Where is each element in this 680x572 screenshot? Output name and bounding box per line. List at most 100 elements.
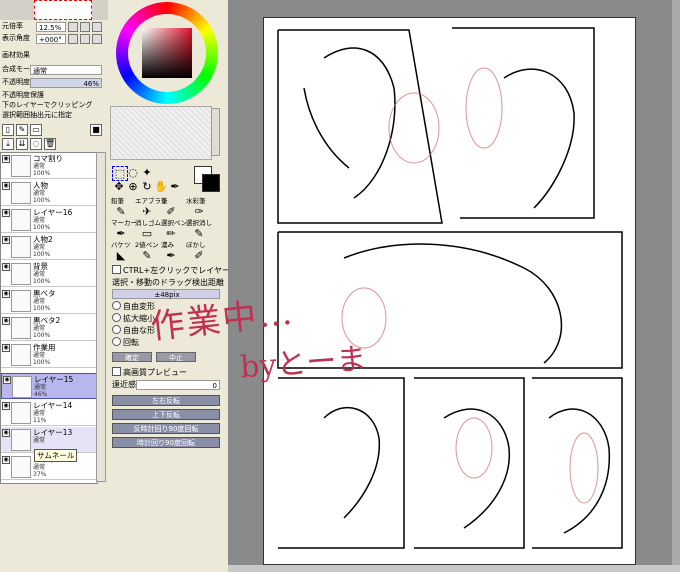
foreground-color-swatch[interactable] (202, 174, 220, 192)
cancel-button[interactable]: 中止 (156, 352, 196, 362)
zoom-field[interactable]: 12.5% (36, 22, 66, 32)
layer-item[interactable]: ◉ コマ割り 通常 100% (1, 153, 97, 179)
color-wheel[interactable] (116, 2, 218, 104)
zoom-icon[interactable]: ⊕ (126, 180, 140, 193)
canvas-area[interactable] (228, 0, 680, 572)
rotate-option[interactable]: 回転 (112, 337, 139, 348)
airbrush-icon[interactable]: ✈ (140, 205, 154, 218)
tool-marker-label[interactable]: マーカー (111, 219, 137, 227)
eye-icon[interactable]: ◉ (2, 402, 10, 410)
tool-pencil-label[interactable]: 鉛筆 (111, 197, 124, 205)
delete-layer-icon[interactable]: 🗑 (44, 138, 56, 150)
ctrl-click-checkbox[interactable] (112, 265, 121, 274)
angle-field[interactable]: +000° (36, 34, 66, 44)
tool-selpen-label[interactable]: 選択ペン (161, 219, 187, 227)
layer-item[interactable]: ◉ 人物 通常 100% (1, 180, 97, 206)
eye-icon[interactable]: ◉ (2, 182, 10, 190)
zoom-reset-button[interactable] (92, 22, 102, 32)
eye-icon[interactable]: ◉ (2, 263, 10, 271)
brush-icon[interactable]: ✐ (164, 205, 178, 218)
tool-bucket-label[interactable]: バケツ (111, 241, 131, 249)
clear-layer-icon[interactable]: ◌ (30, 138, 42, 150)
layer-item-selected[interactable]: ◉ レイヤー15 通常 46% (1, 373, 97, 399)
rotate-cw-button[interactable]: 時計回り90度回転 (112, 437, 220, 448)
tool-eraser-label[interactable]: 消しゴム (135, 219, 161, 227)
hq-preview-option[interactable]: 高画質プレビュー (112, 367, 187, 378)
binary-pen-icon[interactable]: ✎ (140, 249, 154, 262)
layer-list-scrollbar[interactable] (96, 152, 106, 482)
smudge-icon[interactable]: ✒ (164, 249, 178, 262)
transfer-down-icon[interactable]: ⤓ (2, 138, 14, 150)
layer-item[interactable]: ◉ 作業用 通常 100% (1, 342, 97, 368)
eye-icon[interactable]: ◉ (3, 376, 11, 384)
hand-icon[interactable]: ✋ (154, 180, 168, 193)
zoom-plus-button[interactable] (80, 22, 90, 32)
eye-icon[interactable]: ◉ (2, 209, 10, 217)
layer-item[interactable]: ◉ レイヤー16 通常 100% (1, 207, 97, 233)
tool-seleraser-label[interactable]: 選択消し (186, 219, 212, 227)
rotate-icon[interactable]: ↻ (140, 180, 154, 193)
free-shape-radio[interactable] (112, 325, 121, 334)
flip-vertical-button[interactable]: 上下反転 (112, 409, 220, 420)
layer-item[interactable]: ◉ 黒ベタ 通常 100% (1, 288, 97, 314)
eye-icon[interactable]: ◉ (2, 290, 10, 298)
new-folder-icon[interactable]: ▭ (30, 124, 42, 136)
layer-item[interactable]: ◉ 背景 通常 100% (1, 261, 97, 287)
rotate-reset-button[interactable] (92, 34, 102, 44)
saturation-value-square[interactable] (142, 28, 192, 78)
tool-watercolor-label[interactable]: 水彩筆 (186, 197, 206, 205)
eye-icon[interactable]: ◉ (2, 236, 10, 244)
selection-source-checkbox[interactable]: 選択範囲抽出元に指定 (2, 110, 72, 121)
vertical-scrollbar[interactable] (672, 0, 680, 565)
move-icon[interactable]: ✥ (112, 180, 126, 193)
rotate-ccw-button[interactable]: 反時計回り90度回転 (112, 423, 220, 434)
rotate-radio[interactable] (112, 337, 121, 346)
hq-preview-checkbox[interactable] (112, 367, 121, 376)
pencil-icon[interactable]: ✎ (114, 205, 128, 218)
eye-icon[interactable]: ◉ (2, 155, 10, 163)
navigator-thumbnail[interactable] (34, 0, 92, 20)
selection-pen-icon[interactable]: ✏ (164, 227, 178, 240)
bucket-icon[interactable]: ◣ (114, 249, 128, 262)
layer-item[interactable]: ◉ 人物2 通常 100% (1, 234, 97, 260)
eraser-icon[interactable]: ▭ (140, 227, 154, 240)
navigator[interactable] (0, 0, 108, 20)
new-linework-layer-icon[interactable]: ✎ (16, 124, 28, 136)
free-shape-option[interactable]: 自由な形 (112, 325, 155, 336)
rotate-right-button[interactable] (80, 34, 90, 44)
blend-mode-select[interactable]: 通常 (30, 65, 102, 75)
eyedropper-icon[interactable]: ✒ (168, 180, 182, 193)
rotate-left-button[interactable] (68, 34, 78, 44)
perspective-slider[interactable]: 0 (136, 380, 220, 390)
manga-page[interactable] (263, 17, 636, 565)
merge-down-icon[interactable]: ⇊ (16, 138, 28, 150)
tool-brush-label[interactable]: 筆 (161, 197, 168, 205)
zoom-minus-button[interactable] (68, 22, 78, 32)
scale-radio[interactable] (112, 313, 121, 322)
blur-icon[interactable]: ✐ (192, 249, 206, 262)
tool-binarypen-label[interactable]: 2値ペン (135, 241, 159, 249)
layer-item[interactable]: ◉ レイヤー14 通常 11% (1, 400, 97, 426)
tool-blur-label[interactable]: ぼかし (186, 241, 206, 249)
layer-item[interactable]: ◉ 黒ベタ2 通常 100% (1, 315, 97, 341)
eye-icon[interactable]: ◉ (2, 456, 10, 464)
opacity-slider[interactable]: 46% (30, 78, 102, 88)
selection-eraser-icon[interactable]: ✎ (192, 227, 206, 240)
free-transform-radio[interactable] (112, 301, 121, 310)
confirm-button[interactable]: 確定 (112, 352, 152, 362)
ctrl-click-option[interactable]: CTRL+左クリックでレイヤー選択 (112, 265, 246, 276)
eye-icon[interactable]: ◉ (2, 317, 10, 325)
horizontal-scrollbar[interactable] (228, 565, 680, 572)
tool-smudge-label[interactable]: 濃み (161, 241, 174, 249)
magic-wand-icon[interactable]: ✦ (140, 166, 154, 179)
lasso-icon[interactable]: ◌ (126, 166, 140, 179)
flip-horizontal-button[interactable]: 左右反転 (112, 395, 220, 406)
eye-icon[interactable]: ◉ (2, 429, 10, 437)
color-swatches[interactable] (110, 106, 212, 160)
layer-mask-icon[interactable]: ■ (90, 124, 102, 136)
watercolor-icon[interactable]: ✑ (192, 205, 206, 218)
eye-icon[interactable]: ◉ (2, 344, 10, 352)
swatch-scrollbar[interactable] (211, 108, 220, 156)
marker-icon[interactable]: ✒ (114, 227, 128, 240)
new-layer-icon[interactable]: ▯ (2, 124, 14, 136)
